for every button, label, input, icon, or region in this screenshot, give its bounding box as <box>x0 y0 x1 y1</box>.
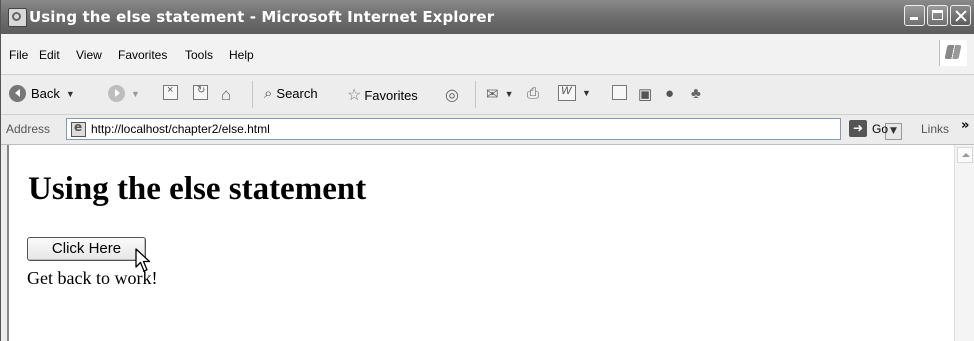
go-label: Go <box>872 121 889 136</box>
go-button[interactable]: ➜ Go <box>849 120 888 137</box>
media-button[interactable]: ◎ <box>445 85 459 105</box>
maximize-icon[interactable] <box>927 5 948 26</box>
search-icon: ⌕ <box>264 85 273 102</box>
menu-help[interactable]: Help <box>229 48 254 62</box>
menu-bar: File Edit View Favorites Tools Help <box>1 34 974 75</box>
search-label: Search <box>276 86 318 101</box>
home-button[interactable]: ⌂ <box>221 85 231 105</box>
ie-page-icon <box>8 8 27 27</box>
discussion-icon: ● <box>665 85 675 102</box>
chevron-down-icon[interactable]: ▼ <box>131 89 140 99</box>
media-icon: ◎ <box>445 87 459 104</box>
chevron-down-icon[interactable]: ▼ <box>582 88 591 98</box>
mouse-cursor-icon <box>135 248 151 272</box>
menu-view[interactable]: View <box>76 48 102 62</box>
close-icon[interactable] <box>950 5 971 26</box>
forward-icon <box>108 85 125 102</box>
address-bar: Address http://localhost/chapter2/else.h… <box>1 115 974 145</box>
refresh-icon: ↻ <box>193 85 208 100</box>
forward-button[interactable]: ▼ <box>108 85 140 102</box>
refresh-button[interactable]: ↻ <box>193 85 208 100</box>
menu-tools[interactable]: Tools <box>185 48 213 62</box>
stop-button[interactable]: × <box>163 84 178 100</box>
caption-buttons <box>904 5 971 26</box>
address-label: Address <box>6 122 51 136</box>
address-input[interactable]: http://localhost/chapter2/else.html ▼ <box>66 118 902 140</box>
page-heading: Using the else statement <box>28 171 367 207</box>
print-button[interactable]: ⎙ <box>527 85 539 102</box>
back-button[interactable]: Back ▼ <box>9 85 75 102</box>
title-bar[interactable]: Using the else statement - Microsoft Int… <box>1 0 974 34</box>
print-icon: ⎙ <box>527 85 540 102</box>
mail-button[interactable]: ✉ ▼ <box>486 85 514 103</box>
menu-edit[interactable]: Edit <box>39 48 60 62</box>
minimize-icon[interactable] <box>904 5 925 26</box>
scroll-up-icon[interactable] <box>957 147 973 163</box>
toolbar-separator <box>475 81 476 108</box>
toolbar-separator <box>252 81 253 108</box>
address-url[interactable]: http://localhost/chapter2/else.html <box>91 122 270 136</box>
discuss-button[interactable]: ● <box>665 85 674 102</box>
research-icon: ▣ <box>638 86 653 103</box>
back-label: Back <box>31 86 60 101</box>
browser-window: Using the else statement - Microsoft Int… <box>0 0 974 341</box>
toolbar-chevron[interactable]: » <box>961 118 969 133</box>
favorites-button[interactable]: ☆ Favorites <box>347 85 418 105</box>
page-icon <box>71 120 86 137</box>
chevron-down-icon[interactable]: ▼ <box>66 89 75 99</box>
back-icon <box>9 85 26 102</box>
edit-icon <box>612 85 627 100</box>
word-button[interactable]: W ▼ <box>558 85 591 101</box>
search-button[interactable]: ⌕ Search <box>264 85 318 102</box>
chevron-down-icon[interactable]: ▼ <box>505 89 514 99</box>
favorites-label: Favorites <box>364 87 418 103</box>
links-label[interactable]: Links <box>921 122 949 136</box>
page-content: Using the else statement Click Here Get … <box>7 145 954 341</box>
home-icon: ⌂ <box>221 85 232 104</box>
vertical-scrollbar[interactable] <box>954 145 974 341</box>
menu-file[interactable]: File <box>9 48 28 62</box>
windows-logo-icon <box>939 40 967 66</box>
research-button[interactable]: ▣ <box>638 85 652 103</box>
menu-favorites[interactable]: Favorites <box>118 48 167 62</box>
messenger-icon: ♣ <box>691 85 701 102</box>
standard-toolbar: Back ▼ ▼ × ↻ ⌂ ⌕ Search ☆ Favorites ◎ ✉ … <box>1 75 974 115</box>
go-arrow-icon: ➜ <box>849 120 867 137</box>
window-title: Using the else statement - Microsoft Int… <box>29 8 495 26</box>
mail-icon: ✉ <box>486 86 499 103</box>
stop-icon: × <box>163 84 178 100</box>
edit-button[interactable] <box>612 85 627 100</box>
favorites-star-icon: ☆ <box>347 87 362 104</box>
messenger-button[interactable]: ♣ <box>691 85 701 102</box>
word-icon: W <box>558 85 576 101</box>
click-here-button[interactable]: Click Here <box>27 237 146 261</box>
